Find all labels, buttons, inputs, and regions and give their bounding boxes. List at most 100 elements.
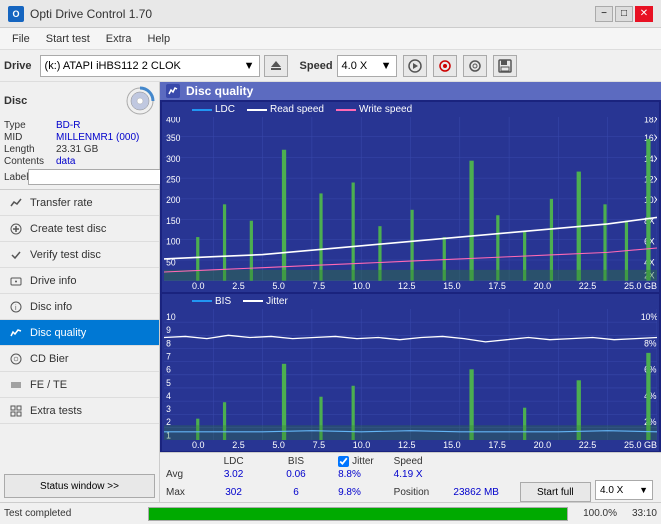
speed-label: Speed	[300, 60, 333, 72]
disc-quality-icon	[8, 325, 24, 341]
action-btn-group: Start full Start part	[520, 482, 591, 502]
legend-bis: BIS	[192, 296, 231, 307]
legend-jitter-label: Jitter	[266, 296, 288, 307]
legend-write-speed-label: Write speed	[359, 104, 412, 115]
sidebar-label-drive-info: Drive info	[30, 275, 76, 287]
svg-text:100: 100	[166, 237, 180, 247]
drive-value: (k:) ATAPI iHBS112 2 CLOK	[45, 60, 181, 72]
disc-label-row: Label 🔍	[4, 169, 155, 185]
disc-type-row: Type BD-R	[4, 120, 155, 131]
sidebar-item-cd-bier[interactable]: CD Bier	[0, 346, 159, 372]
sidebar-item-drive-info[interactable]: Drive info	[0, 268, 159, 294]
max-label: Max	[162, 481, 199, 502]
main-content: Disc Type BD-R MID MILLENMR1 (000) Lengt…	[0, 82, 661, 502]
legend-write-speed: Write speed	[336, 104, 412, 115]
stats-col-bis: BIS	[268, 455, 324, 468]
disc-panel: Disc Type BD-R MID MILLENMR1 (000) Lengt…	[0, 82, 159, 190]
chart-speed-selector[interactable]: 4.0 X ▼	[595, 480, 653, 500]
toolbar-btn-3[interactable]	[463, 55, 487, 77]
jitter-checkbox[interactable]	[338, 456, 349, 467]
sidebar-item-extra-tests[interactable]: Extra tests	[0, 398, 159, 424]
bottom-chart-svg: 10 9 8 7 6 5 4 3 2 1 10% 8% 6% 4% 2%	[164, 309, 657, 441]
sidebar-label-fe-te: FE / TE	[30, 379, 67, 391]
transfer-rate-icon	[8, 195, 24, 211]
ldc-color	[192, 109, 212, 111]
max-ldc: 302	[199, 481, 268, 502]
app-title: Opti Drive Control 1.70	[30, 7, 152, 21]
menu-start-test[interactable]: Start test	[38, 31, 98, 47]
disc-label-input[interactable]	[28, 169, 162, 185]
svg-text:5: 5	[166, 377, 171, 387]
window-controls: − □ ✕	[595, 6, 653, 22]
sidebar-item-disc-info[interactable]: i Disc info	[0, 294, 159, 320]
disc-icon	[468, 59, 482, 73]
fe-te-icon	[8, 377, 24, 393]
extra-tests-icon	[8, 403, 24, 419]
menu-file[interactable]: File	[4, 31, 38, 47]
maximize-button[interactable]: □	[615, 6, 633, 22]
sidebar-label-verify-test-disc: Verify test disc	[30, 249, 101, 261]
disc-header: Disc	[4, 86, 155, 116]
svg-text:300: 300	[166, 154, 180, 164]
svg-text:350: 350	[166, 133, 180, 143]
top-chart-area: 400 350 300 250 200 150 100 50 18X 16X 1…	[164, 117, 657, 281]
cd-bier-icon	[8, 351, 24, 367]
eject-button[interactable]	[264, 55, 288, 77]
disc-mid-value: MILLENMR1 (000)	[56, 132, 139, 143]
legend-read-speed: Read speed	[247, 104, 324, 115]
chart-header: Disc quality	[160, 82, 661, 100]
jitter-label: Jitter	[352, 456, 374, 467]
disc-length-value: 23.31 GB	[56, 144, 98, 155]
speed-arrow: ▼	[381, 60, 392, 72]
stats-max-row: Max 302 6 9.8% Position 23862 MB Start f…	[162, 481, 593, 502]
write-speed-color	[336, 109, 356, 111]
sidebar-label-extra-tests: Extra tests	[30, 405, 82, 417]
sidebar-item-create-test-disc[interactable]: Create test disc	[0, 216, 159, 242]
drive-selector[interactable]: (k:) ATAPI iHBS112 2 CLOK ▼	[40, 55, 260, 77]
svg-text:9: 9	[166, 325, 171, 335]
svg-text:8: 8	[166, 338, 171, 348]
disc-type-value: BD-R	[56, 120, 80, 131]
sidebar: Disc Type BD-R MID MILLENMR1 (000) Lengt…	[0, 82, 160, 502]
sidebar-item-disc-quality[interactable]: Disc quality	[0, 320, 159, 346]
legend-bis-label: BIS	[215, 296, 231, 307]
play-icon	[408, 59, 422, 73]
jitter-color	[243, 300, 263, 302]
jitter-checkbox-cell[interactable]: Jitter	[334, 455, 390, 468]
eject-icon	[269, 59, 283, 73]
stats-col-ldc: LDC	[199, 455, 268, 468]
disc-length-label: Length	[4, 144, 56, 155]
legend-ldc-label: LDC	[215, 104, 235, 115]
legend-read-speed-label: Read speed	[270, 104, 324, 115]
toolbar-btn-2[interactable]	[433, 55, 457, 77]
toolbar-btn-save[interactable]	[493, 55, 517, 77]
toolbar-btn-1[interactable]	[403, 55, 427, 77]
avg-speed: 4.19 X	[390, 468, 450, 481]
svg-text:200: 200	[166, 195, 180, 205]
status-window-button[interactable]: Status window >>	[4, 474, 155, 498]
minimize-button[interactable]: −	[595, 6, 613, 22]
close-button[interactable]: ✕	[635, 6, 653, 22]
legend-jitter: Jitter	[243, 296, 288, 307]
start-full-button[interactable]: Start full	[520, 482, 591, 502]
bottom-chart: BIS Jitter	[162, 294, 659, 452]
sidebar-item-verify-test-disc[interactable]: Verify test disc	[0, 242, 159, 268]
title-bar-left: O Opti Drive Control 1.70	[8, 6, 152, 22]
top-chart-svg: 400 350 300 250 200 150 100 50 18X 16X 1…	[164, 117, 657, 281]
menu-help[interactable]: Help	[139, 31, 178, 47]
bottom-chart-area: 10 9 8 7 6 5 4 3 2 1 10% 8% 6% 4% 2%	[164, 309, 657, 441]
speed-selector[interactable]: 4.0 X ▼	[337, 55, 397, 77]
sidebar-item-transfer-rate[interactable]: Transfer rate	[0, 190, 159, 216]
drive-info-icon	[8, 273, 24, 289]
chart-speed-value: 4.0 X	[600, 485, 623, 496]
progress-text: 100.0%	[572, 508, 617, 519]
stats-avg-row: Avg 3.02 0.06 8.8% 4.19 X	[162, 468, 593, 481]
time-text: 33:10	[621, 508, 657, 519]
menu-extra[interactable]: Extra	[98, 31, 140, 47]
position-value: 23862 MB	[449, 481, 517, 502]
chart-title: Disc quality	[186, 84, 253, 98]
disc-write-icon	[438, 59, 452, 73]
speed-dropdown-area: 4.0 X ▼	[593, 455, 655, 502]
avg-jitter: 8.8%	[334, 468, 390, 481]
sidebar-item-fe-te[interactable]: FE / TE	[0, 372, 159, 398]
